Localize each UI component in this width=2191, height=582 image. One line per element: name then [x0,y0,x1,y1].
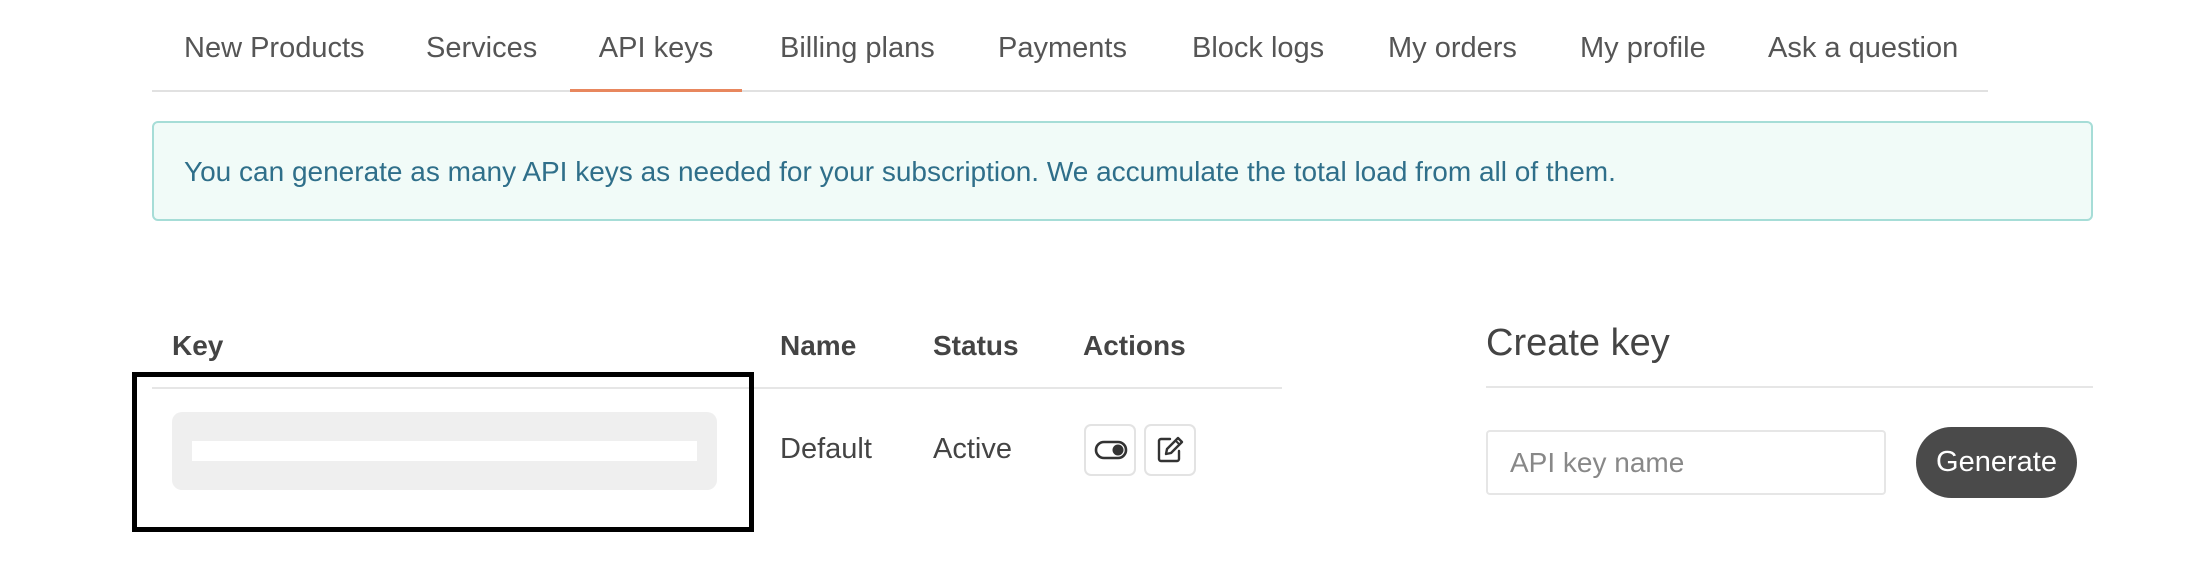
tab-api-keys[interactable]: API keys [570,0,742,92]
tab-billing-plans[interactable]: Billing plans [780,0,935,90]
tab-block-logs[interactable]: Block logs [1192,0,1324,90]
toggle-status-button[interactable] [1084,424,1136,476]
column-header-actions: Actions [1083,330,1186,361]
column-header-status: Status [933,330,1019,361]
api-key-name-input[interactable] [1486,430,1886,495]
tab-my-profile[interactable]: My profile [1580,0,1706,90]
main-tabs: New Products Services API keys Billing p… [152,0,1988,92]
create-key-divider [1486,386,2093,388]
tab-ask-a-question[interactable]: Ask a question [1768,0,1958,90]
toggle-icon [1094,440,1128,460]
key-status-cell: Active [933,433,1012,465]
generate-button[interactable]: Generate [1916,427,2077,498]
tab-payments[interactable]: Payments [998,0,1127,90]
info-alert: You can generate as many API keys as nee… [152,121,2093,221]
column-header-name: Name [780,330,857,361]
tab-services[interactable]: Services [426,0,537,90]
tab-new-products[interactable]: New Products [184,0,365,90]
create-key-title: Create key [1486,322,1670,364]
edit-icon [1157,436,1184,463]
page: New Products Services API keys Billing p… [0,0,2191,582]
column-header-key: Key [172,330,224,361]
key-cell-highlight [132,372,754,532]
tab-my-orders[interactable]: My orders [1388,0,1517,90]
edit-key-button[interactable] [1144,424,1196,476]
key-name-cell: Default [780,433,872,465]
